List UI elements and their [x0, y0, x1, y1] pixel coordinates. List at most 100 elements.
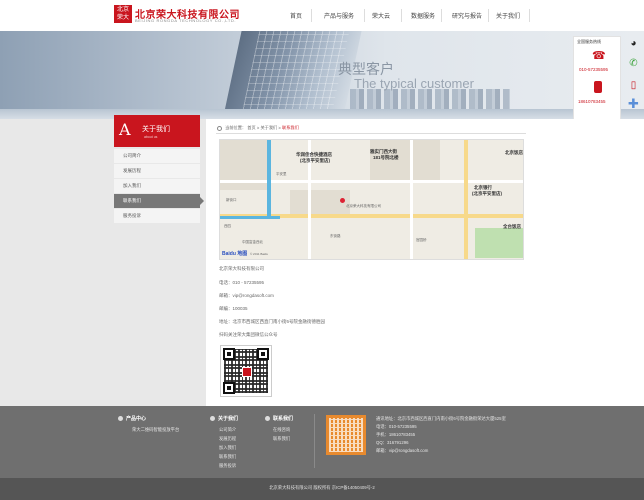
location-icon: [217, 125, 222, 131]
contact-address: 地址：北京市西城区西直门南小街6号院金融街德胜园: [219, 319, 326, 324]
waterfront: [0, 109, 644, 119]
sidebar-item-complaint[interactable]: 服务投诉: [114, 209, 200, 223]
breadcrumb-sep: >: [256, 125, 260, 131]
footer-email[interactable]: 邮箱：vip@rongdasoft.com: [376, 448, 428, 454]
sidebar-header: A 关于我们 about us: [114, 115, 200, 147]
wechat-qr-code: [220, 345, 272, 397]
footer-link[interactable]: 加入我们: [219, 445, 236, 451]
nav-research[interactable]: 研究与报告: [452, 11, 482, 20]
building-facade: [240, 31, 350, 119]
footer-link[interactable]: 在线咨询: [273, 427, 290, 433]
location-map[interactable]: 华润佳合快捷酒店 (北京平安里店) 雅实门西大街 181号院北楼 北京饭店 北京…: [219, 139, 524, 260]
logo-mark: 北京 荣大: [114, 5, 132, 23]
nav-divider: [441, 9, 442, 22]
footer-products-title: 产品中心: [118, 415, 146, 422]
banner-title-en: The typical customer: [354, 76, 474, 91]
map-place: 官园桥: [416, 238, 427, 242]
map-label: (北京平安里店): [300, 158, 330, 163]
sidebar-title: 关于我们: [142, 126, 170, 133]
map-location-marker[interactable]: [340, 198, 345, 203]
map-road: [410, 140, 413, 259]
map-road: [220, 180, 523, 183]
service-title: 全国服务热线: [577, 39, 601, 44]
map-subway-line: [220, 216, 280, 219]
map-place: 平安里: [276, 172, 287, 176]
footer-link[interactable]: 联系我们: [273, 436, 290, 442]
service-phone[interactable]: 010-57235595: [579, 67, 608, 72]
breadcrumb-prefix: 当前位置：: [225, 125, 247, 130]
map-park: [475, 228, 523, 258]
hero-banner: 典型客户 The typical customer: [0, 31, 644, 119]
logo-text-en: BEIJING RONGDA TECHNOLOGY CO.,LTD.: [135, 18, 237, 23]
sidebar-item-profile[interactable]: 公司简介: [114, 149, 200, 163]
nav-divider: [364, 9, 365, 22]
mobile-phone-icon: [594, 81, 602, 93]
sidebar-item-history[interactable]: 发展历程: [114, 164, 200, 178]
nav-divider: [488, 9, 489, 22]
nav-data-service[interactable]: 数据服务: [411, 11, 435, 20]
footer-link[interactable]: 服务投诉: [219, 463, 236, 469]
nav-divider: [401, 9, 402, 22]
service-mobile[interactable]: 18610783455: [578, 99, 606, 104]
map-label: (北京平安里店): [472, 191, 502, 196]
nav-divider: [311, 9, 312, 22]
nav-about[interactable]: 关于我们: [496, 11, 520, 20]
qr-logo: [242, 367, 252, 377]
logo[interactable]: 北京 荣大 北京荣大科技有限公司 BEIJING RONGDA TECHNOLOG…: [114, 5, 240, 25]
footer-link[interactable]: 发展历程: [219, 436, 236, 442]
qr-finder: [223, 382, 235, 394]
sidebar-item-contact[interactable]: 联系我们: [114, 194, 204, 208]
nav-home[interactable]: 首页: [290, 11, 302, 20]
map-main-road: [464, 140, 468, 259]
contact-email[interactable]: 邮箱：vip@rongdasoft.com: [219, 293, 274, 299]
plus-icon[interactable]: ✚: [626, 96, 641, 111]
footer-link[interactable]: 联系我们: [219, 454, 236, 460]
footer-mobile: 手机：18610783455: [376, 432, 416, 437]
map-label: 181号院北楼: [373, 155, 399, 160]
qr-pattern: [329, 418, 363, 452]
copyright-bar: 北京荣大科技有限公司 版权所有 京ICP备14050409号-2: [0, 478, 644, 500]
map-label: 北京饭店: [505, 150, 523, 155]
map-place: 新街口: [226, 198, 237, 202]
contact-company: 北京荣大科技有限公司: [219, 266, 264, 271]
map-place: 中国富金西北: [242, 240, 263, 244]
contact-zip: 邮编：100035: [219, 306, 248, 311]
map-place: 东街路: [330, 234, 341, 238]
qr-caption: 扫码关注荣大集团微信公众号: [219, 332, 278, 337]
footer-link[interactable]: 公司简介: [219, 427, 236, 433]
map-place: 西四: [224, 224, 231, 228]
footer-phone: 电话：010-57235595: [376, 424, 417, 429]
map-label: 北京荣大科技有限公司: [346, 204, 381, 208]
telephone-icon: ☎: [592, 50, 606, 62]
map-label: 全台饭店: [503, 224, 521, 229]
nav-products[interactable]: 产品与服务: [324, 11, 354, 20]
map-subway-line: [267, 140, 271, 218]
site-header: 北京 荣大 北京荣大科技有限公司 BEIJING RONGDA TECHNOLOG…: [0, 0, 644, 31]
baidu-map-logo[interactable]: Baidu 地图: [222, 250, 247, 257]
sidebar-item-join[interactable]: 加入我们: [114, 179, 200, 193]
nav-cloud[interactable]: 荣大云: [372, 11, 390, 20]
breadcrumb: 当前位置： 首页 > 关于我们 > 联系我们: [217, 125, 299, 131]
footer-contact-title: 联系我们: [265, 415, 293, 422]
footer-address: 通讯地址：北京市西城区西直门内南小街6号院金融街荣达大厦525室: [376, 416, 506, 421]
nav-divider: [529, 9, 530, 22]
qr-finder: [223, 348, 235, 360]
site-footer: [0, 406, 644, 478]
footer-qq: QQ：316791296: [376, 440, 409, 445]
breadcrumb-sep: >: [278, 125, 281, 131]
floating-toolbar: ◕ ✆ ▯ ✚: [623, 36, 644, 112]
sidebar-letter: A: [119, 120, 131, 139]
service-hotline-panel: 全国服务热线 ☎ 010-57235595 18610783455: [573, 36, 621, 120]
footer-divider: [314, 414, 315, 468]
breadcrumb-about[interactable]: 关于我们: [260, 125, 277, 130]
sidebar-subtitle: about us: [144, 135, 158, 139]
footer-link[interactable]: 荣大二维码智能投放平台: [132, 427, 179, 433]
mobile-icon[interactable]: ▯: [626, 78, 641, 93]
phone-icon[interactable]: ✆: [626, 56, 641, 71]
footer-about-title: 关于我们: [210, 415, 238, 422]
qq-icon[interactable]: ◕: [626, 36, 641, 51]
breadcrumb-divider: [216, 133, 526, 134]
breadcrumb-home[interactable]: 首页: [247, 125, 255, 130]
copyright-text: 北京荣大科技有限公司 版权所有 京ICP备14050409号-2: [269, 485, 375, 490]
breadcrumb-current: 联系我们: [282, 125, 299, 130]
